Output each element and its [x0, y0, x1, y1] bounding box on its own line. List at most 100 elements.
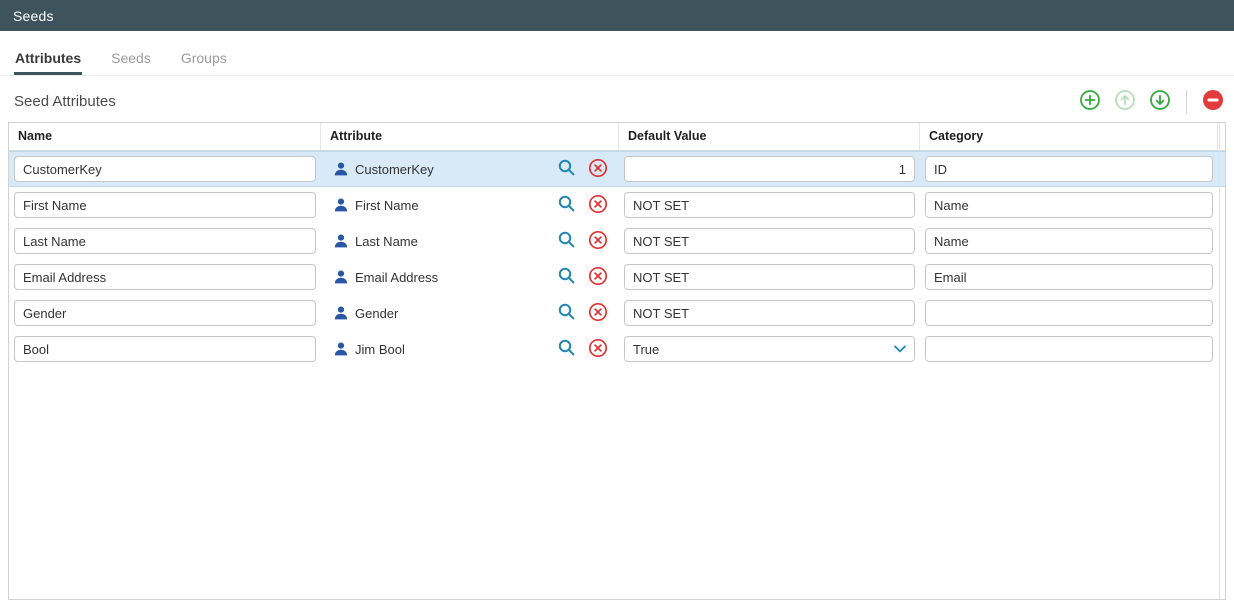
name-input[interactable] — [14, 336, 316, 362]
table-row[interactable]: Gender — [9, 295, 1225, 331]
move-up-icon — [1114, 89, 1136, 114]
name-input[interactable] — [14, 228, 316, 254]
attribute-cell: Gender — [321, 295, 619, 331]
person-icon — [333, 197, 349, 213]
table-body: CustomerKey — [9, 151, 1225, 367]
category-cell — [920, 151, 1218, 187]
search-icon — [557, 230, 576, 252]
attribute-cell: First Name — [321, 187, 619, 223]
search-attribute-button[interactable] — [557, 338, 576, 360]
category-input[interactable] — [925, 300, 1213, 326]
attribute-label: Email Address — [355, 270, 438, 285]
row-toolbar — [1079, 89, 1224, 114]
attribute-cell: Email Address — [321, 259, 619, 295]
clear-attribute-button[interactable] — [588, 338, 608, 361]
attribute-cell: Jim Bool — [321, 331, 619, 367]
person-icon — [333, 305, 349, 321]
section-title: Seed Attributes — [14, 93, 116, 110]
search-icon — [557, 338, 576, 360]
default-value-input[interactable] — [624, 264, 915, 290]
search-icon — [557, 194, 576, 216]
table-row[interactable]: First Name — [9, 187, 1225, 223]
column-header-attribute: Attribute — [321, 123, 619, 150]
name-cell — [9, 295, 321, 331]
clear-circle-x-icon — [588, 194, 608, 217]
search-attribute-button[interactable] — [557, 266, 576, 288]
default-value-input[interactable] — [624, 228, 915, 254]
clear-attribute-button[interactable] — [588, 302, 608, 325]
search-icon — [557, 158, 576, 180]
name-input[interactable] — [14, 264, 316, 290]
name-input[interactable] — [14, 192, 316, 218]
tab-groups[interactable]: Groups — [180, 43, 228, 75]
row-gutter — [1218, 295, 1225, 331]
person-icon — [333, 269, 349, 285]
add-icon — [1079, 89, 1101, 114]
attribute-cell: Last Name — [321, 223, 619, 259]
clear-circle-x-icon — [588, 338, 608, 361]
category-input[interactable] — [925, 264, 1213, 290]
clear-attribute-button[interactable] — [588, 194, 608, 217]
table-row[interactable]: Jim Bool — [9, 331, 1225, 367]
default-value-input[interactable] — [624, 192, 915, 218]
clear-circle-x-icon — [588, 230, 608, 253]
table-header: Name Attribute Default Value Category — [9, 123, 1225, 151]
tab-attributes[interactable]: Attributes — [14, 43, 82, 75]
chevron-down-icon[interactable] — [894, 345, 906, 353]
name-cell — [9, 259, 321, 295]
name-input[interactable] — [14, 156, 316, 182]
attribute-label: Jim Bool — [355, 342, 405, 357]
table-row[interactable]: CustomerKey — [9, 151, 1225, 187]
default-value-input[interactable] — [624, 300, 915, 326]
default-value-input[interactable] — [624, 156, 915, 182]
clear-circle-x-icon — [588, 302, 608, 325]
table-row[interactable]: Email Address — [9, 259, 1225, 295]
toolbar-divider — [1186, 90, 1187, 114]
person-icon — [333, 161, 349, 177]
column-header-category: Category — [920, 123, 1218, 150]
row-gutter — [1218, 259, 1225, 295]
search-icon — [557, 266, 576, 288]
category-cell — [920, 295, 1218, 331]
clear-attribute-button[interactable] — [588, 158, 608, 181]
clear-attribute-button[interactable] — [588, 266, 608, 289]
default-value-cell — [619, 295, 920, 331]
search-attribute-button[interactable] — [557, 194, 576, 216]
row-gutter — [1218, 331, 1225, 367]
row-gutter — [1218, 151, 1225, 187]
table-row[interactable]: Last Name — [9, 223, 1225, 259]
name-input[interactable] — [14, 300, 316, 326]
move-up-button[interactable] — [1114, 89, 1136, 114]
column-header-name: Name — [9, 123, 321, 150]
search-icon — [557, 302, 576, 324]
tab-seeds[interactable]: Seeds — [110, 43, 152, 75]
section-header: Seed Attributes — [0, 76, 1234, 122]
default-value-cell — [619, 259, 920, 295]
search-attribute-button[interactable] — [557, 158, 576, 180]
category-cell — [920, 331, 1218, 367]
attribute-label: CustomerKey — [355, 162, 434, 177]
category-cell — [920, 259, 1218, 295]
category-input[interactable] — [925, 336, 1213, 362]
clear-attribute-button[interactable] — [588, 230, 608, 253]
category-cell — [920, 187, 1218, 223]
category-input[interactable] — [925, 156, 1213, 182]
category-input[interactable] — [925, 192, 1213, 218]
name-cell — [9, 331, 321, 367]
row-gutter — [1218, 187, 1225, 223]
add-row-button[interactable] — [1079, 89, 1101, 114]
column-header-gutter — [1218, 123, 1234, 150]
person-icon — [333, 233, 349, 249]
move-down-button[interactable] — [1149, 89, 1171, 114]
default-value-input[interactable] — [624, 336, 915, 362]
remove-row-button[interactable] — [1202, 89, 1224, 114]
window-title: Seeds — [13, 8, 54, 24]
category-cell — [920, 223, 1218, 259]
category-input[interactable] — [925, 228, 1213, 254]
attribute-label: Last Name — [355, 234, 418, 249]
move-down-icon — [1149, 89, 1171, 114]
person-icon — [333, 341, 349, 357]
search-attribute-button[interactable] — [557, 230, 576, 252]
name-cell — [9, 223, 321, 259]
search-attribute-button[interactable] — [557, 302, 576, 324]
